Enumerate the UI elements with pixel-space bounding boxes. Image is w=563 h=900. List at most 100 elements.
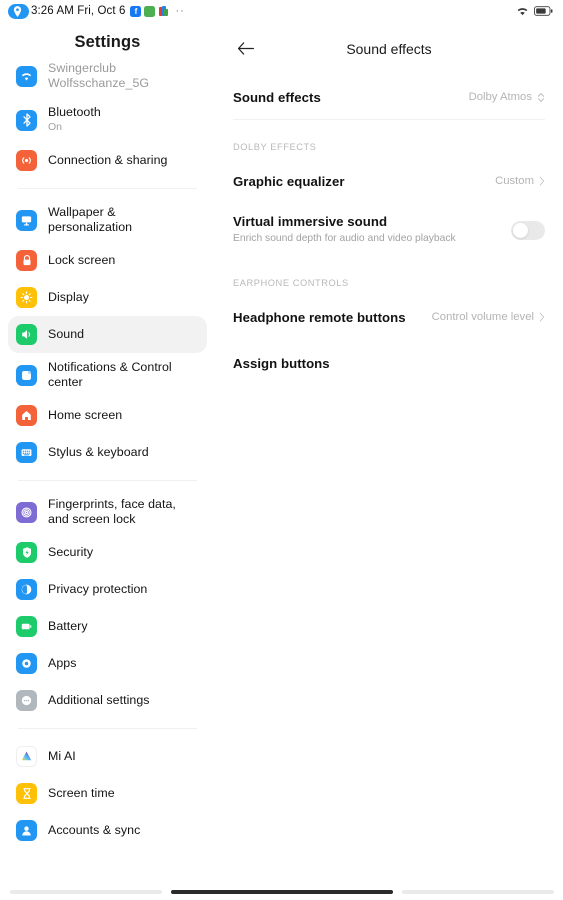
sidebar-item-label: Sound (48, 326, 85, 341)
battery-icon (16, 616, 37, 637)
row-headphone-remote-value-group: Control volume level (432, 311, 545, 323)
sidebar-item-screen-time[interactable]: Screen time (8, 775, 207, 812)
row-graphic-equalizer[interactable]: Graphic equalizer Custom (215, 158, 563, 204)
wallpaper-icon (16, 209, 37, 231)
sidebar-item-text: Notifications & Control center (48, 360, 199, 390)
row-sound-effects-value-group: Dolby Atmos (469, 91, 545, 103)
sidebar-group-divider (18, 728, 197, 729)
sidebar-item-text: Security (48, 545, 93, 560)
sidebar-item-label: Lock screen (48, 252, 116, 267)
row-virtual-immersive-sound[interactable]: Virtual immersive sound Enrich sound dep… (215, 204, 563, 256)
sidebar-item-text: Lock screen (48, 253, 115, 268)
status-app-icons: f ·· (130, 5, 184, 17)
sidebar-item-accounts-sync[interactable]: Accounts & sync (8, 812, 207, 849)
security-shield-icon (16, 542, 37, 563)
keyboard-icon (16, 442, 37, 463)
row-headphone-remote-main: Headphone remote buttons (233, 310, 432, 325)
back-arrow-icon[interactable] (233, 37, 257, 61)
sidebar-item-battery[interactable]: Battery (8, 608, 207, 645)
sidebar-item-apps[interactable]: Apps (8, 645, 207, 682)
sidebar-item-text: Battery (48, 619, 88, 634)
sidebar-item-label: Additional settings (48, 692, 150, 707)
sidebar-group-divider (18, 480, 197, 481)
wifi-icon (16, 65, 37, 87)
sidebar-item-text: Mi AI (48, 749, 76, 764)
divider-after-sound-effects (233, 119, 545, 120)
sidebar-item-text: Wallpaper & personalization (48, 205, 199, 235)
chevron-right-icon (539, 176, 545, 186)
speaker-icon (16, 324, 37, 345)
display-brightness-icon (16, 287, 37, 308)
bluetooth-icon (16, 109, 37, 131)
row-sound-effects-main: Sound effects (233, 90, 469, 105)
sidebar-item-text: Bluetooth On (48, 105, 101, 135)
row-sound-effects[interactable]: Sound effects Dolby Atmos (215, 75, 563, 119)
privacy-icon (16, 579, 37, 600)
row-graphic-equalizer-value: Custom (495, 175, 534, 187)
status-right-icons (516, 6, 553, 16)
sidebar-item-sound[interactable]: Sound (8, 316, 207, 353)
section-header-dolby: DOLBY EFFECTS (233, 142, 317, 152)
sidebar-item-privacy-protection[interactable]: Privacy protection (8, 571, 207, 608)
sidebar-item-label: Privacy protection (48, 581, 148, 596)
sidebar-item-home-screen[interactable]: Home screen (8, 397, 207, 434)
sidebar-item-label: Wallpaper & personalization (48, 204, 133, 234)
sidebar-item-additional-settings[interactable]: Additional settings (8, 682, 207, 719)
settings-screen: 3:26 AM Fri, Oct 6 f ·· Settings Swinger… (0, 0, 563, 900)
apps-icon (16, 653, 37, 674)
row-graphic-equalizer-label: Graphic equalizer (233, 173, 345, 189)
sidebar-item-label: Screen time (48, 785, 115, 800)
row-sound-effects-value: Dolby Atmos (468, 91, 532, 103)
sidebar-item-display[interactable]: Display (8, 279, 207, 316)
sidebar-item-mi-ai[interactable]: Mi AI (8, 738, 207, 775)
sidebar-item-swingerclub-wolfsschanze-5g[interactable]: Swingerclub Wolfsschanze_5G (8, 54, 207, 98)
sidebar-item-text: Privacy protection (48, 582, 147, 597)
sidebar-item-label: Swingerclub Wolfsschanze_5G (48, 60, 150, 90)
sidebar-item-text: Home screen (48, 408, 122, 423)
settings-sidebar: Settings Swingerclub Wolfsschanze_5G Blue… (0, 22, 215, 900)
sidebar-item-label: Accounts & sync (48, 822, 141, 837)
row-virtual-immersive-main: Virtual immersive sound Enrich sound dep… (233, 214, 511, 246)
row-headphone-remote-buttons[interactable]: Headphone remote buttons Control volume … (215, 294, 563, 340)
sidebar-item-connection-sharing[interactable]: Connection & sharing (8, 142, 207, 179)
location-pin-icon (8, 3, 29, 19)
sidebar-item-bluetooth[interactable]: Bluetooth On (8, 98, 207, 142)
row-headphone-remote-value: Control volume level (431, 311, 534, 323)
sidebar-item-wallpaper-personalization[interactable]: Wallpaper & personalization (8, 198, 207, 242)
page-title: Sound effects (346, 40, 432, 57)
multicolor-app-icon (158, 5, 170, 17)
sidebar-item-label: Mi AI (48, 748, 76, 763)
sidebar-item-text: Display (48, 290, 89, 305)
sidebar-item-label: Bluetooth (48, 105, 101, 120)
sidebar-item-lock-screen[interactable]: Lock screen (8, 242, 207, 279)
status-time: 3:26 AM Fri, Oct 6 (31, 5, 126, 17)
fingerprint-icon (16, 501, 37, 523)
panel-header: Sound effects (215, 22, 563, 75)
sidebar-item-fingerprints-face-data-and-screen-lock[interactable]: Fingerprints, face data, and screen lock (8, 490, 207, 534)
sidebar-item-security[interactable]: Security (8, 534, 207, 571)
additional-settings-icon (16, 690, 37, 711)
selector-updown-icon (537, 92, 545, 102)
sidebar-nav-list[interactable]: Swingerclub Wolfsschanze_5G Bluetooth On Co… (0, 54, 215, 849)
virtual-immersive-sound-toggle[interactable] (511, 220, 545, 240)
sidebar-item-label: Apps (48, 655, 77, 670)
status-overflow: ·· (175, 5, 185, 17)
sidebar-item-stylus-keyboard[interactable]: Stylus & keyboard (8, 434, 207, 471)
connection-sharing-icon (16, 150, 37, 171)
notifications-icon (16, 364, 37, 386)
sidebar-item-label: Connection & sharing (48, 152, 168, 167)
sidebar-item-text: Fingerprints, face data, and screen lock (48, 497, 199, 527)
sidebar-item-label: Display (48, 289, 89, 304)
row-assign-buttons[interactable]: Assign buttons (215, 340, 563, 386)
row-graphic-equalizer-value-group: Custom (495, 175, 545, 187)
sidebar-item-text: Swingerclub Wolfsschanze_5G (48, 61, 199, 91)
sidebar-item-sublabel: On (48, 121, 63, 134)
status-bar: 3:26 AM Fri, Oct 6 f ·· (0, 0, 563, 22)
lock-screen-icon (16, 250, 37, 271)
row-virtual-immersive-label: Virtual immersive sound (233, 214, 388, 230)
sidebar-item-notifications-control-center[interactable]: Notifications & Control center (8, 353, 207, 397)
row-assign-buttons-main: Assign buttons (233, 356, 545, 371)
row-assign-buttons-label: Assign buttons (233, 355, 330, 371)
section-header-earphone: EARPHONE CONTROLS (233, 278, 349, 288)
accounts-sync-icon (16, 820, 37, 841)
